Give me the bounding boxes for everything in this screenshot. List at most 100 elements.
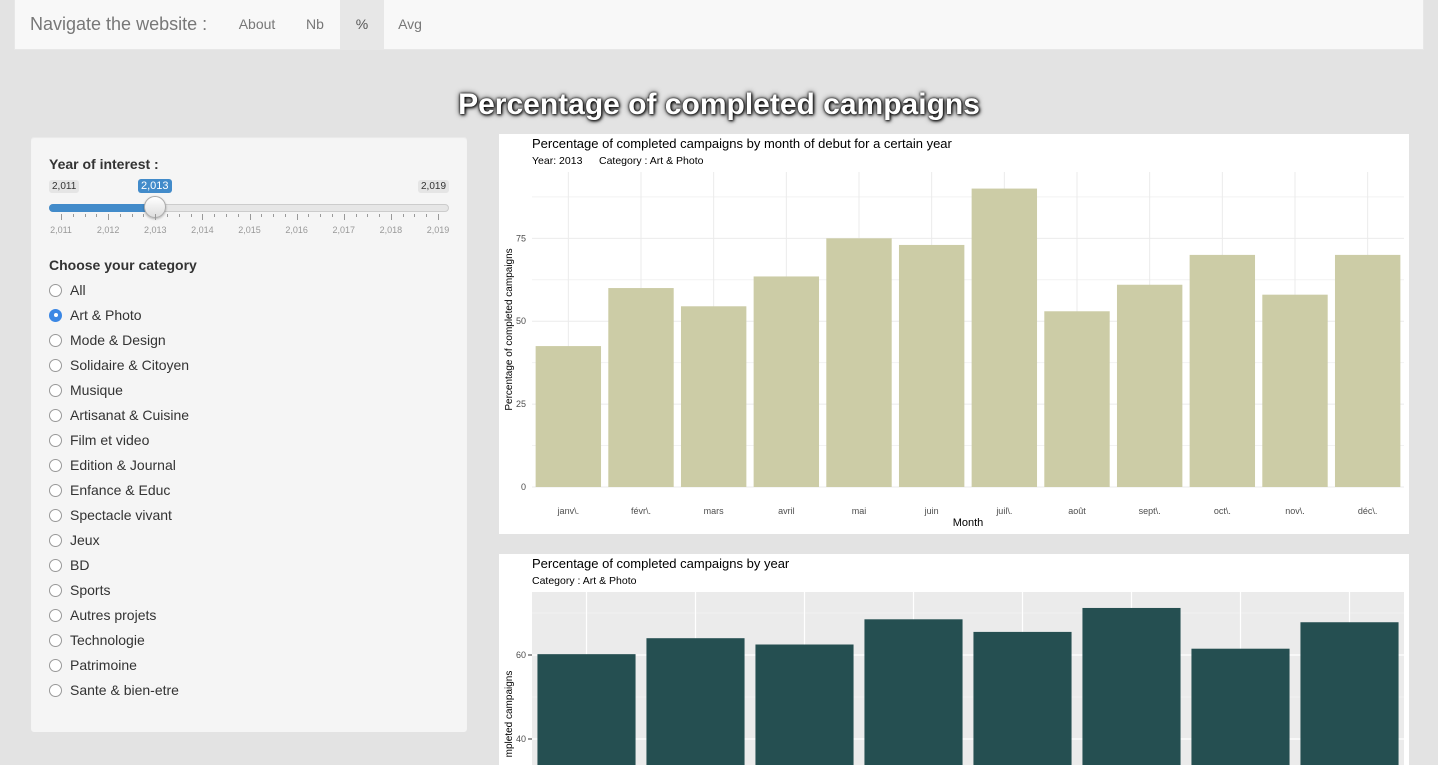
- x-tick-label: janv\.: [557, 506, 580, 516]
- bar: [826, 238, 892, 487]
- slider-minor-tick: [72, 214, 74, 217]
- slider-minor-tick: [225, 214, 227, 217]
- bar: [537, 654, 636, 765]
- navbar-brand: Navigate the website :: [30, 14, 208, 34]
- bar: [1300, 622, 1399, 765]
- slider-minor-tick: [402, 214, 404, 217]
- year-slider-fill: [49, 204, 156, 212]
- month-chart-panel: Percentage of completed campaigns by mon…: [499, 134, 1409, 534]
- category-option[interactable]: Artisanat & Cuisine: [49, 405, 189, 425]
- x-axis-label: Month: [953, 517, 984, 529]
- category-option[interactable]: BD: [49, 555, 89, 575]
- category-option[interactable]: Art & Photo: [49, 305, 142, 325]
- slider-value-label: 2,013: [138, 179, 172, 193]
- radio-button[interactable]: [49, 408, 62, 422]
- slider-minor-tick: [320, 214, 322, 217]
- slider-tick: [202, 214, 204, 220]
- radio-button[interactable]: [49, 333, 62, 347]
- radio-button[interactable]: [49, 683, 62, 697]
- radio-button[interactable]: [49, 458, 62, 472]
- category-option[interactable]: Spectacle vivant: [49, 505, 172, 525]
- category-option-label: Film et video: [70, 432, 150, 448]
- category-option[interactable]: Musique: [49, 380, 123, 400]
- category-option[interactable]: All: [49, 280, 86, 300]
- x-tick-label: sept\.: [1139, 506, 1161, 516]
- category-option-label: Technologie: [70, 632, 145, 648]
- category-option[interactable]: Enfance & Educ: [49, 480, 170, 500]
- bar: [1044, 311, 1110, 487]
- radio-button[interactable]: [49, 608, 62, 622]
- year-chart-panel: Percentage of completed campaigns by yea…: [499, 554, 1409, 765]
- category-label: Choose your category: [49, 257, 197, 273]
- category-option-label: Spectacle vivant: [70, 507, 172, 523]
- x-tick-label: oct\.: [1214, 506, 1231, 516]
- radio-button[interactable]: [49, 358, 62, 372]
- category-option[interactable]: Sports: [49, 580, 110, 600]
- bar: [1334, 254, 1401, 487]
- slider-tick-label: 2,018: [379, 225, 403, 235]
- category-option[interactable]: Patrimoine: [49, 655, 137, 675]
- top-navbar: Navigate the website : About Nb % Avg: [14, 0, 1424, 50]
- slider-tick-label: 2,015: [238, 225, 261, 235]
- x-tick-label: juin: [924, 506, 939, 516]
- page-title: Percentage of completed campaigns: [458, 88, 980, 121]
- bar: [973, 631, 1072, 765]
- y-tick-label: 0: [521, 482, 526, 492]
- category-option[interactable]: Film et video: [49, 430, 149, 450]
- slider-tick: [343, 214, 345, 220]
- bar: [1262, 294, 1328, 487]
- nav-tab-about[interactable]: About: [224, 0, 290, 49]
- category-option[interactable]: Solidaire & Citoyen: [49, 355, 189, 375]
- slider-max-label: 2,019: [418, 180, 450, 193]
- nav-tab-nb[interactable]: Nb: [291, 0, 339, 49]
- slider-minor-tick: [214, 214, 216, 217]
- radio-button[interactable]: [49, 483, 62, 497]
- radio-button[interactable]: [49, 658, 62, 672]
- radio-button[interactable]: [49, 433, 62, 447]
- slider-minor-tick: [367, 214, 369, 217]
- category-option[interactable]: Autres projets: [49, 605, 156, 625]
- category-option-label: All: [70, 282, 86, 298]
- slider-minor-tick: [261, 214, 263, 217]
- y-axis-label: Percentage of completed campaigns: [504, 248, 515, 410]
- radio-button[interactable]: [49, 583, 62, 597]
- year-slider-label: Year of interest :: [49, 156, 159, 172]
- radio-button[interactable]: [49, 633, 62, 647]
- slider-tick: [61, 214, 62, 220]
- slider-tick-label: 2,013: [143, 225, 167, 235]
- category-option[interactable]: Sante & bien-etre: [49, 680, 179, 700]
- x-tick-label: août: [1068, 506, 1086, 516]
- slider-minor-tick: [143, 214, 145, 217]
- radio-button[interactable]: [49, 308, 62, 322]
- slider-minor-tick: [237, 214, 239, 217]
- category-option[interactable]: Technologie: [49, 630, 145, 650]
- slider-minor-tick: [167, 214, 169, 217]
- category-option-label: Autres projets: [70, 607, 157, 623]
- radio-button[interactable]: [49, 558, 62, 572]
- radio-button[interactable]: [49, 508, 62, 522]
- slider-minor-tick: [284, 214, 286, 217]
- category-option[interactable]: Edition & Journal: [49, 455, 176, 475]
- bar: [1116, 284, 1183, 487]
- bar: [1191, 648, 1290, 765]
- category-option[interactable]: Mode & Design: [49, 330, 166, 350]
- category-option-label: Sante & bien-etre: [70, 682, 179, 698]
- category-option[interactable]: Jeux: [49, 530, 100, 550]
- y-tick-label: 40: [516, 734, 526, 744]
- nav-tab-avg[interactable]: Avg: [385, 0, 435, 49]
- radio-button[interactable]: [49, 383, 62, 397]
- slider-tick: [155, 214, 157, 220]
- slider-tick-label: 2,012: [96, 225, 120, 235]
- radio-button[interactable]: [49, 283, 62, 297]
- y-axis-label: mpleted campaigns: [504, 671, 515, 758]
- radio-button[interactable]: [49, 533, 62, 547]
- slider-tick: [390, 214, 392, 220]
- slider-tick: [296, 214, 298, 220]
- category-option-label: Musique: [70, 382, 123, 398]
- slider-minor-tick: [131, 214, 133, 217]
- nav-tab-percent[interactable]: %: [340, 0, 384, 49]
- category-option-label: Edition & Journal: [70, 457, 176, 473]
- bar: [898, 244, 965, 487]
- slider-minor-tick: [308, 214, 310, 217]
- slider-minor-tick: [273, 214, 275, 217]
